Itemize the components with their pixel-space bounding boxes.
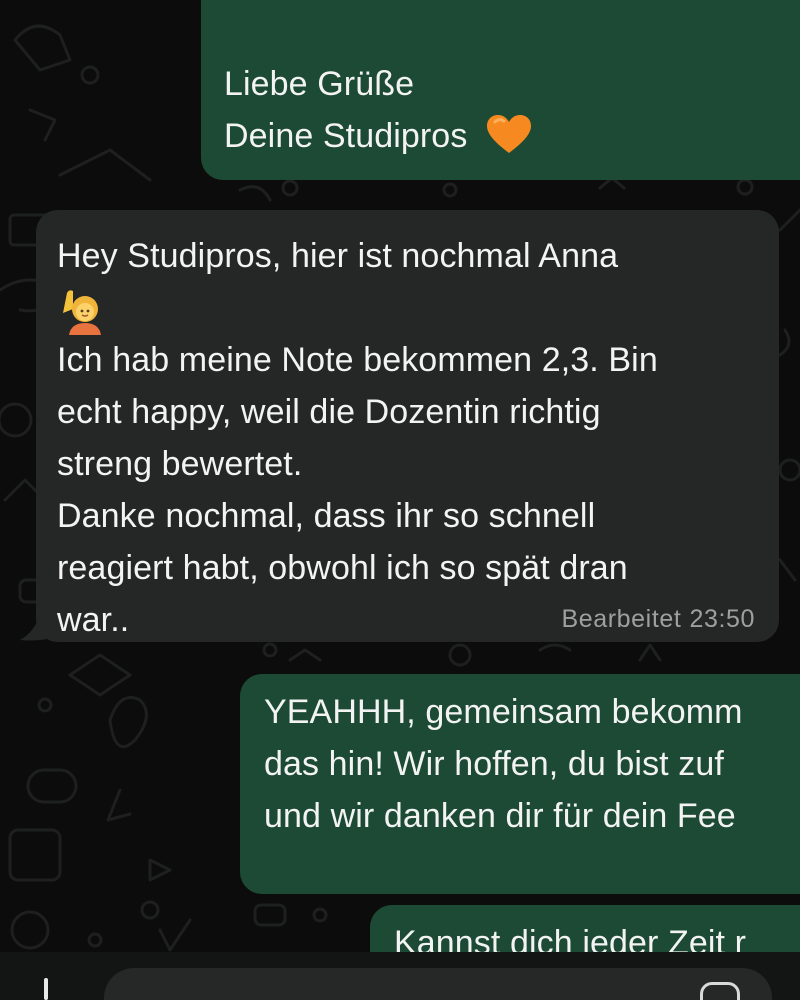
message-meta: Bearbeitet 23:50 — [561, 604, 755, 634]
message-input[interactable] — [104, 968, 772, 1000]
message-line: Liebe Grüße — [224, 65, 415, 103]
edited-label: Bearbeitet — [561, 605, 682, 633]
chat-area[interactable]: Liebe Grüße Deine Studipros Hey Studipro… — [0, 0, 800, 1000]
message-line: das hin! Wir hoffen, du bist zuf — [264, 745, 724, 783]
message-line: YEAHHH, gemeinsam bekomm — [264, 693, 743, 731]
message-bubble-outgoing[interactable]: YEAHHH, gemeinsam bekomm das hin! Wir ho… — [240, 674, 800, 894]
orange-heart-icon — [486, 115, 531, 154]
message-line: echt happy, weil die Dozentin richtig — [57, 393, 601, 431]
message-line: Hey Studipros, hier ist nochmal Anna — [57, 237, 619, 275]
message-line: Deine Studipros — [224, 117, 468, 155]
plus-icon[interactable] — [44, 978, 48, 1000]
message-time: 23:50 — [689, 605, 755, 633]
message-bubble-outgoing[interactable]: Liebe Grüße Deine Studipros — [201, 0, 800, 180]
message-line: streng bewertet. — [57, 445, 303, 483]
message-bubble-incoming[interactable]: Hey Studipros, hier ist nochmal Anna Ich… — [36, 210, 779, 642]
message-line: Danke nochmal, dass ihr so schnell — [57, 497, 596, 535]
woman-raising-hand-icon — [63, 290, 101, 336]
message-line: reagiert habt, obwohl ich so spät dran — [57, 549, 628, 587]
message-line: Ich hab meine Note bekommen 2,3. Bin — [57, 341, 658, 379]
sticker-icon[interactable] — [700, 982, 740, 1000]
message-line: und wir danken dir für dein Fee — [264, 797, 736, 835]
